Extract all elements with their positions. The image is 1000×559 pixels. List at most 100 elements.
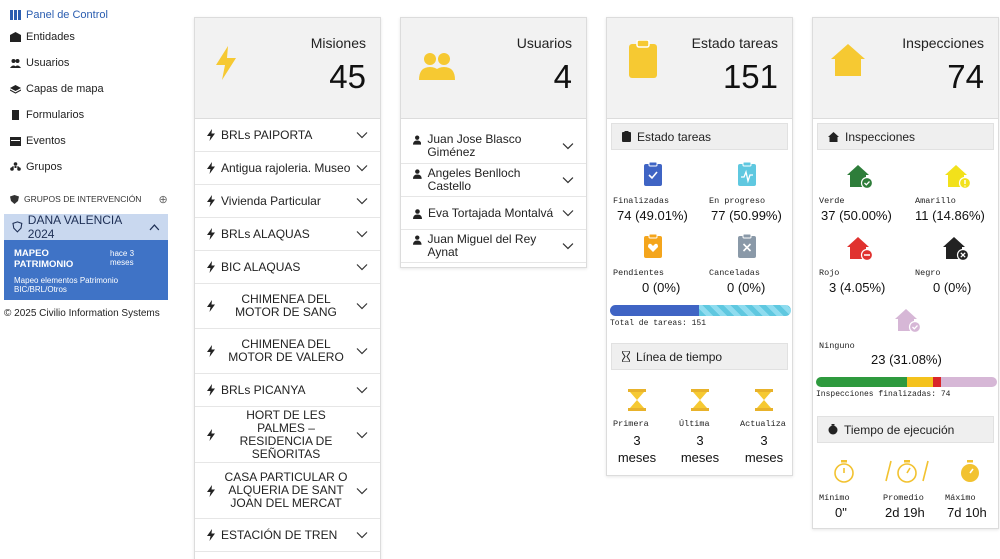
sidebar-item-formularios[interactable]: Formularios — [0, 102, 172, 128]
tiempo-subheader: Tiempo de ejecución — [817, 416, 994, 443]
mision-item[interactable]: HORT DE LES PALMES – RESIDENCIA DE SEÑOR… — [195, 407, 380, 463]
estado-count: 151 — [722, 58, 778, 95]
chevron-down-icon[interactable] — [562, 209, 574, 217]
chevron-down-icon[interactable] — [356, 302, 368, 310]
mision-label-wrap: BIC ALAQUAS — [207, 259, 301, 274]
timeline-label-actualiza: Actualiza — [740, 419, 786, 429]
inspecciones-count: 74 — [947, 58, 984, 95]
stat-label-rojo: Rojo — [819, 268, 840, 278]
sidebar-item-label: Entidades — [26, 31, 75, 43]
mision-item[interactable]: BIC ALAQUAS — [195, 251, 380, 284]
group-card-time: hace 3 meses — [110, 249, 135, 267]
chevron-down-icon[interactable] — [356, 131, 368, 139]
usuario-label: Eva Tortajada Montalvá — [428, 205, 554, 220]
usuario-item[interactable]: Angeles Benlloch Castello — [401, 164, 586, 197]
mision-label: BIC ALAQUAS — [221, 259, 301, 274]
stopwatch-small-icon — [828, 424, 838, 435]
home-icon — [831, 44, 865, 76]
stat-value-ninguno: 23 (31.08%) — [871, 352, 942, 367]
timeline-subheader-label: Línea de tiempo — [636, 349, 723, 364]
sidebar: Panel de Control Entidades Usuarios Capa… — [0, 0, 172, 559]
lightning-icon — [207, 384, 215, 396]
inspecciones-subheader: Inspecciones — [817, 123, 994, 150]
mision-label: Antigua rajoleria. Museo — [221, 160, 351, 175]
progress-segment-en-progreso — [698, 305, 791, 316]
sidebar-item-entidades[interactable]: Entidades — [0, 24, 172, 50]
mision-item[interactable]: CHIMENEA DEL MOTOR DE VALERO — [195, 329, 380, 374]
house-check-icon — [895, 309, 921, 333]
chevron-down-icon[interactable] — [356, 386, 368, 394]
mision-label: BRLs PAIPORTA — [221, 127, 313, 142]
usuario-item[interactable]: Juan Miguel del Rey Aynat — [401, 230, 586, 263]
misiones-panel: Misiones 45 BRLs PAIPORTA Antigua rajoler… — [194, 17, 381, 559]
mision-item[interactable]: BRLs PAIPORTA — [195, 119, 380, 152]
stopwatch-outline-icon — [834, 460, 854, 483]
tiempo-subheader-label: Tiempo de ejecución — [844, 422, 955, 437]
timeline-subheader: Línea de tiempo — [611, 343, 788, 370]
mision-item[interactable]: Vivienda Particular — [195, 185, 380, 218]
lightning-icon — [207, 195, 215, 207]
misiones-header: Misiones 45 — [195, 18, 380, 119]
chevron-down-icon[interactable] — [356, 263, 368, 271]
misiones-list: BRLs PAIPORTA Antigua rajoleria. Museo Viv… — [195, 119, 380, 552]
mision-item[interactable]: Antigua rajoleria. Museo — [195, 152, 380, 185]
usuarios-panel: Usuarios 4 Juan Jose Blasco Giménez Angel… — [400, 17, 587, 268]
chevron-down-icon[interactable] — [356, 164, 368, 172]
inspecciones-panel: Inspecciones 74 Inspecciones Verde 37 (5… — [812, 17, 999, 529]
group-header[interactable]: DANA VALENCIA 2024 — [4, 213, 168, 241]
sidebar-item-eventos[interactable]: Eventos — [0, 128, 172, 154]
usuario-item[interactable]: Eva Tortajada Montalvá — [401, 197, 586, 230]
section-label: GRUPOS DE INTERVENCIÓN — [24, 194, 142, 204]
bar-segment-rojo — [933, 377, 941, 387]
chevron-down-icon[interactable] — [562, 242, 574, 250]
mision-item[interactable]: BRLs PICANYA — [195, 374, 380, 407]
stat-label-negro: Negro — [915, 268, 941, 278]
hourglass-icon — [691, 389, 709, 411]
chevron-up-icon[interactable] — [149, 223, 160, 231]
stat-label-amarillo: Amarillo — [915, 196, 956, 206]
sidebar-item-label: Capas de mapa — [26, 83, 104, 95]
mision-item[interactable]: BRLs ALAQUAS — [195, 218, 380, 251]
chevron-down-icon[interactable] — [356, 531, 368, 539]
stat-label-verde: Verde — [819, 196, 845, 206]
mision-label-wrap: BRLs ALAQUAS — [207, 227, 310, 241]
users-icon — [10, 59, 21, 68]
sidebar-item-label: Panel de Control — [26, 9, 108, 21]
add-group-icon[interactable]: ⊕ — [158, 193, 167, 206]
stat-value-pendientes: 0 (0%) — [642, 280, 681, 295]
misiones-count: 45 — [329, 58, 366, 95]
section-grupos-intervencion: GRUPOS DE INTERVENCIÓN ⊕ — [0, 188, 172, 210]
mision-label: CHIMENEA DEL MOTOR DE SANG — [235, 292, 337, 319]
chevron-down-icon[interactable] — [356, 431, 368, 439]
mision-label: CHIMENEA DEL MOTOR DE VALERO — [228, 337, 344, 364]
mision-item[interactable]: ESTACIÓN DE TREN — [195, 519, 380, 552]
sidebar-item-panel-de-control[interactable]: Panel de Control — [0, 6, 172, 24]
group-name: DANA VALENCIA 2024 — [27, 213, 122, 241]
mision-label-wrap: BRLs PICANYA — [207, 383, 305, 397]
sidebar-item-grupos[interactable]: Grupos — [0, 154, 172, 180]
hourglass-icon — [755, 389, 773, 411]
chevron-down-icon[interactable] — [356, 487, 368, 495]
hourglass-icon — [628, 389, 646, 411]
sidebar-item-capas-de-mapa[interactable]: Capas de mapa — [0, 76, 172, 102]
clipboard-small-icon — [622, 131, 631, 142]
progress-segment-finalizadas — [610, 305, 699, 316]
mision-item[interactable]: CASA PARTICULAR O ALQUERIA DE SANT JOAN … — [195, 463, 380, 519]
sidebar-item-label: Usuarios — [26, 57, 70, 69]
mision-label: ESTACIÓN DE TREN — [221, 527, 338, 542]
timeline-label-primera: Primera — [613, 419, 649, 429]
chevron-down-icon[interactable] — [356, 230, 368, 238]
chevron-down-icon[interactable] — [356, 347, 368, 355]
mision-label: CASA PARTICULAR O ALQUERIA DE SANT JOAN … — [224, 470, 348, 510]
group-card[interactable]: MAPEO PATRIMONIO hace 3 meses Mapeo elem… — [4, 240, 168, 300]
mision-item[interactable]: CHIMENEA DEL MOTOR DE SANG — [195, 284, 380, 329]
chevron-down-icon[interactable] — [562, 176, 574, 184]
mision-label-wrap: Antigua rajoleria. Museo — [207, 160, 351, 175]
stat-label-en-progreso: En progreso — [709, 196, 766, 206]
chevron-down-icon[interactable] — [562, 142, 574, 150]
usuario-item[interactable]: Juan Jose Blasco Giménez — [401, 128, 586, 164]
mision-label: Vivienda Particular — [221, 193, 321, 208]
sidebar-item-usuarios[interactable]: Usuarios — [0, 50, 172, 76]
chevron-down-icon[interactable] — [356, 197, 368, 205]
user-icon — [413, 208, 422, 219]
